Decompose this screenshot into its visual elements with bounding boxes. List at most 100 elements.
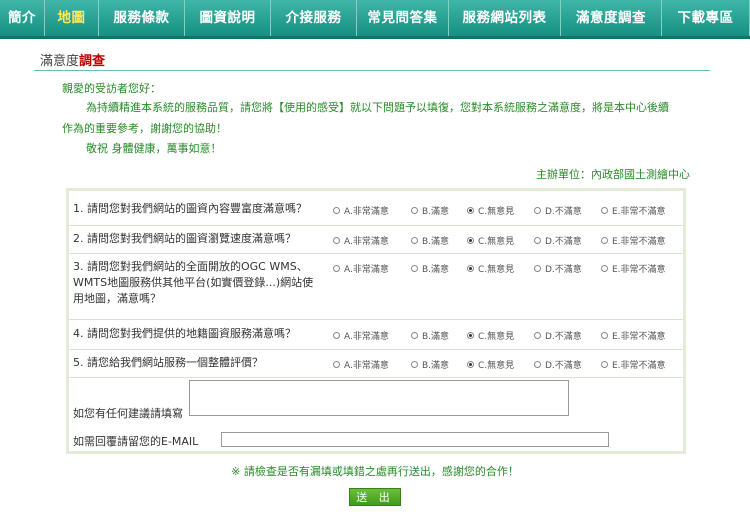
question-row-3: 3. 請問您對我們網站的全面開放的OGC WMS、WMTS地圖服務供其他平台(如… [69, 253, 683, 320]
q1-option-4[interactable]: E.非常不滿意 [601, 204, 666, 217]
option-label: D.不滿意 [545, 237, 582, 247]
question-text-4: 4. 請問您對我們提供的地籍圖資服務滿意嗎？ [73, 327, 296, 340]
nav-item-1[interactable]: 地圖 [45, 0, 99, 36]
radio-button[interactable] [601, 237, 608, 244]
survey-form: 5. 請您給我們網站服務一個整體評價？ A.非常滿意 B.滿意 C.無意見 D.不滿意 E… [66, 188, 686, 454]
nav-item-7[interactable]: 滿意度調查 [561, 0, 662, 36]
q4-option-2[interactable]: C.無意見 [467, 329, 514, 342]
q5-option-4[interactable]: E.非常不滿意 [601, 358, 666, 371]
nav-item-3[interactable]: 圖資說明 [185, 0, 271, 36]
q4-option-4[interactable]: E.非常不滿意 [601, 329, 666, 342]
suggestion-label: 如您有任何建議請填寫 [73, 407, 183, 420]
email-input[interactable] [221, 432, 609, 447]
q2-option-1[interactable]: B.滿意 [411, 234, 449, 247]
q5-option-3[interactable]: D.不滿意 [534, 358, 582, 371]
nav-item-5[interactable]: 常見問答集 [357, 0, 449, 36]
nav-item-0[interactable]: 簡介 [0, 0, 45, 36]
q1-option-1[interactable]: B.滿意 [411, 204, 449, 217]
option-label: C.無意見 [478, 361, 515, 371]
option-label: A.非常滿意 [344, 332, 389, 342]
radio-button[interactable] [333, 237, 340, 244]
option-label: A.非常滿意 [344, 237, 389, 247]
q1-option-2[interactable]: C.無意見 [467, 204, 514, 217]
radio-button[interactable] [411, 237, 418, 244]
q3-option-4[interactable]: E.非常不滿意 [601, 262, 666, 275]
q3-option-1[interactable]: B.滿意 [411, 262, 449, 275]
q2-option-4[interactable]: E.非常不滿意 [601, 234, 666, 247]
nav-item-4[interactable]: 介接服務 [271, 0, 357, 36]
radio-button[interactable] [534, 207, 541, 214]
radio-button[interactable] [534, 361, 541, 368]
option-label: A.非常滿意 [344, 265, 389, 275]
radio-button[interactable] [601, 332, 608, 339]
radio-button[interactable] [467, 332, 474, 339]
q5-option-1[interactable]: B.滿意 [411, 358, 449, 371]
q1-option-3[interactable]: D.不滿意 [534, 204, 582, 217]
option-label: C.無意見 [478, 237, 515, 247]
option-label: A.非常滿意 [344, 207, 389, 217]
option-label: C.無意見 [478, 265, 515, 275]
option-label: E.非常不滿意 [612, 265, 666, 275]
option-label: C.無意見 [478, 332, 515, 342]
question-text-2: 2. 請問您對我們網站的圖資瀏覽速度滿意嗎？ [73, 232, 296, 245]
option-label: D.不滿意 [545, 332, 582, 342]
option-label: E.非常不滿意 [612, 361, 666, 371]
option-label: C.無意見 [478, 207, 515, 217]
email-label: 如需回覆請留您的E-MAIL [73, 435, 199, 448]
option-label: E.非常不滿意 [612, 332, 666, 342]
radio-button[interactable] [601, 361, 608, 368]
radio-button[interactable] [534, 332, 541, 339]
question-row-2: 2. 請問您對我們網站的圖資瀏覽速度滿意嗎？ A.非常滿意 B.滿意 C.無意見 D.不… [69, 225, 683, 254]
radio-button[interactable] [534, 237, 541, 244]
radio-button[interactable] [467, 207, 474, 214]
radio-button[interactable] [467, 265, 474, 272]
q5-option-0[interactable]: A.非常滿意 [333, 358, 389, 371]
intro-line-2: 作為的重要參考，謝謝您的協助！ [62, 122, 227, 135]
q2-option-3[interactable]: D.不滿意 [534, 234, 582, 247]
q5-option-2[interactable]: C.無意見 [467, 358, 514, 371]
intro-line-3: 敬祝 身體健康，萬事如意！ [86, 142, 222, 155]
radio-button[interactable] [411, 332, 418, 339]
sponsor-text: 主辦單位：內政部國土測繪中心 [536, 168, 690, 181]
q2-option-2[interactable]: C.無意見 [467, 234, 514, 247]
option-label: B.滿意 [422, 237, 450, 247]
radio-button[interactable] [601, 265, 608, 272]
q1-option-0[interactable]: A.非常滿意 [333, 204, 389, 217]
radio-button[interactable] [411, 265, 418, 272]
option-label: B.滿意 [422, 265, 450, 275]
q4-option-0[interactable]: A.非常滿意 [333, 329, 389, 342]
q3-option-3[interactable]: D.不滿意 [534, 262, 582, 275]
nav-item-6[interactable]: 服務網站列表 [449, 0, 561, 36]
notice-text: ※ 請檢查是否有漏填或填錯之處再行送出，感謝您的合作！ [231, 465, 519, 478]
question-text-3: 3. 請問您對我們網站的全面開放的OGC WMS、WMTS地圖服務供其他平台(如… [73, 260, 314, 305]
radio-button[interactable] [411, 361, 418, 368]
q4-option-1[interactable]: B.滿意 [411, 329, 449, 342]
question-row-4: 4. 請問您對我們提供的地籍圖資服務滿意嗎？ A.非常滿意 B.滿意 C.無意見 D.不… [69, 319, 683, 350]
radio-button[interactable] [534, 265, 541, 272]
radio-button[interactable] [467, 361, 474, 368]
radio-button[interactable] [333, 265, 340, 272]
option-label: A.非常滿意 [344, 361, 389, 371]
question-row-1: 1. 請問您對我們網站的圖資內容豐富度滿意嗎？ A.非常滿意 B.滿意 C.無意見 D.… [69, 191, 683, 226]
q3-option-0[interactable]: A.非常滿意 [333, 262, 389, 275]
title-highlight: 調查 [79, 54, 106, 69]
q2-option-0[interactable]: A.非常滿意 [333, 234, 389, 247]
radio-button[interactable] [333, 332, 340, 339]
radio-button[interactable] [601, 207, 608, 214]
radio-button[interactable] [467, 237, 474, 244]
radio-button[interactable] [333, 207, 340, 214]
top-nav: 簡介 地圖 服務條款 圖資說明 介接服務 常見問答集 服務網站列表 滿意度調查 下載專區 [0, 0, 750, 36]
q3-option-2[interactable]: C.無意見 [467, 262, 514, 275]
suggestion-textarea[interactable] [189, 380, 569, 416]
nav-item-2[interactable]: 服務條款 [99, 0, 185, 36]
radio-button[interactable] [333, 361, 340, 368]
option-label: B.滿意 [422, 332, 450, 342]
page-title: 滿意度調查 [40, 50, 105, 69]
option-label: E.非常不滿意 [612, 237, 666, 247]
radio-button[interactable] [411, 207, 418, 214]
submit-button[interactable]: 送 出 [349, 488, 401, 506]
question-row-5: 5. 請您給我們網站服務一個整體評價？ A.非常滿意 B.滿意 C.無意見 D.不滿意 E… [69, 349, 683, 378]
q4-option-3[interactable]: D.不滿意 [534, 329, 582, 342]
nav-item-8[interactable]: 下載專區 [662, 0, 750, 36]
option-label: D.不滿意 [545, 265, 582, 275]
